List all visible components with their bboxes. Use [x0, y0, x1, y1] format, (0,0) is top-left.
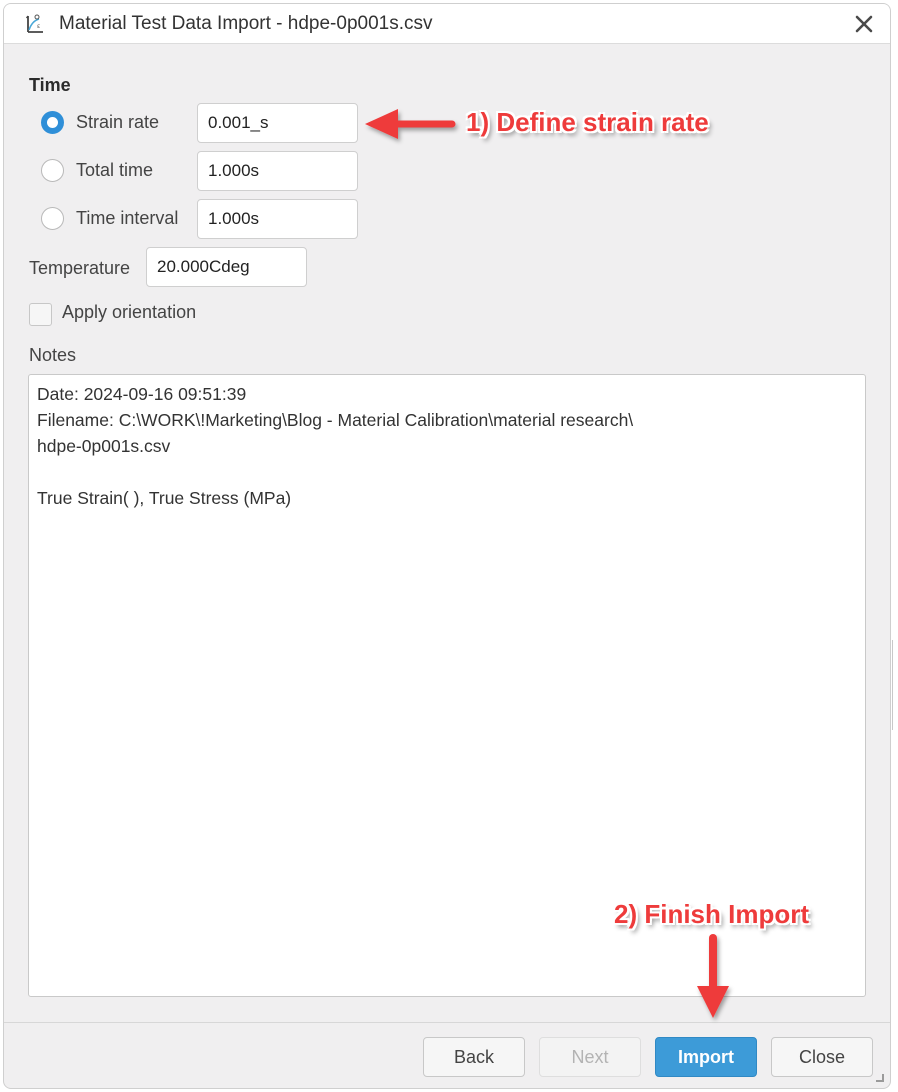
close-icon: [855, 15, 873, 33]
total-time-option[interactable]: Total time: [41, 150, 153, 190]
temperature-label: Temperature: [29, 258, 131, 278]
total-time-radio[interactable]: [41, 158, 64, 182]
strain-rate-input[interactable]: 0.001_s: [197, 103, 358, 143]
time-interval-option[interactable]: Time interval: [41, 198, 178, 238]
next-button[interactable]: Next: [539, 1037, 641, 1077]
apply-orientation-checkbox[interactable]: [29, 303, 52, 326]
strain-rate-label[interactable]: Strain rate: [76, 112, 159, 133]
temperature-input[interactable]: 20.000Cdeg: [146, 247, 307, 287]
window-title: Material Test Data Import - hdpe-0p001s.…: [59, 13, 433, 34]
apply-orientation-label[interactable]: Apply orientation: [62, 302, 196, 323]
background-window-edge: [892, 640, 898, 730]
time-interval-radio[interactable]: [41, 206, 64, 230]
annotation-step2: 2) Finish Import: [614, 899, 809, 929]
time-interval-label[interactable]: Time interval: [76, 208, 178, 229]
annotation-step1: 1) Define strain rate: [466, 107, 709, 137]
time-section-heading: Time: [29, 75, 71, 95]
back-button[interactable]: Back: [423, 1037, 525, 1077]
footer-divider: [4, 1022, 890, 1023]
close-window-button[interactable]: [850, 10, 878, 38]
import-button[interactable]: Import: [655, 1037, 757, 1077]
time-interval-input[interactable]: 1.000s: [197, 199, 358, 239]
strain-rate-radio[interactable]: [41, 110, 64, 134]
title-bar: ε Material Test Data Import - hdpe-0p001…: [4, 4, 890, 44]
stress-strain-curve-icon: ε: [25, 14, 43, 33]
strain-rate-option[interactable]: Strain rate: [41, 102, 159, 142]
notes-label: Notes: [29, 345, 77, 365]
svg-text:ε: ε: [37, 23, 40, 30]
total-time-label[interactable]: Total time: [76, 160, 153, 181]
annotation-arrow-down: [697, 934, 729, 1018]
close-button[interactable]: Close: [771, 1037, 873, 1077]
total-time-input[interactable]: 1.000s: [197, 151, 358, 191]
annotation-arrow-left: [365, 109, 456, 139]
resize-grip[interactable]: [876, 1074, 884, 1082]
